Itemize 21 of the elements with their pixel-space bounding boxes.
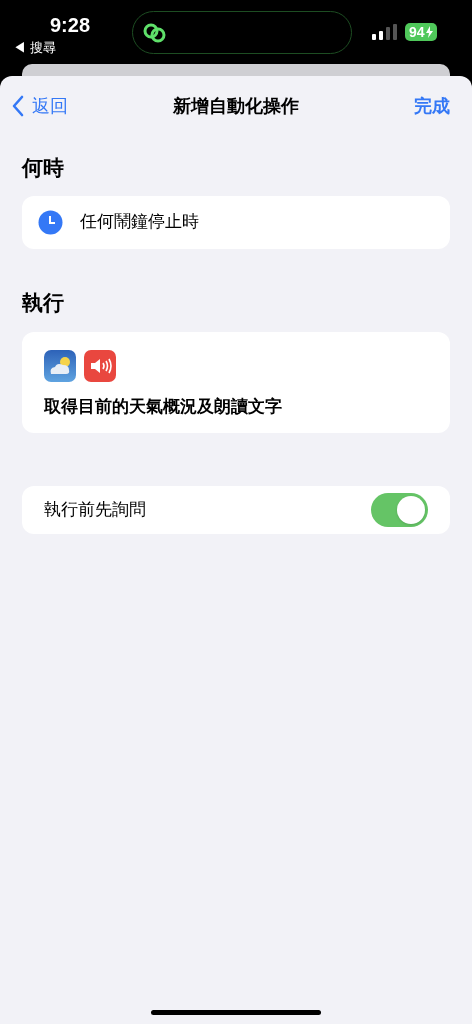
trigger-label: 任何鬧鐘停止時 (80, 211, 199, 234)
speaker-app-icon (84, 350, 116, 382)
signal-icon (372, 24, 398, 40)
nav-title: 新增自動化操作 (173, 94, 299, 118)
charging-bolt-icon (425, 26, 433, 38)
action-description: 取得目前的天氣概況及朗讀文字 (44, 396, 283, 418)
trigger-card[interactable]: 任何鬧鐘停止時 (22, 195, 450, 249)
back-to-app-link[interactable]: ◀ 搜尋 (13, 38, 56, 58)
toggle-switch[interactable] (371, 493, 428, 527)
chevron-left-icon (12, 95, 24, 117)
weather-app-icon (44, 350, 76, 382)
section-header: 執行 (22, 289, 65, 316)
battery-indicator: 94 (405, 23, 437, 41)
time: 9:28 (50, 13, 91, 38)
ask-before-running-label: 執行前先詢問 (44, 499, 146, 522)
clock-icon (38, 209, 63, 235)
action-card[interactable]: 取得目前的天氣概況及朗讀文字 (22, 332, 450, 433)
section-header: 何時 (22, 155, 65, 181)
back-button[interactable]: 返回 (12, 92, 68, 120)
done-button[interactable]: 完成 (414, 92, 460, 120)
link-icon (142, 22, 168, 44)
